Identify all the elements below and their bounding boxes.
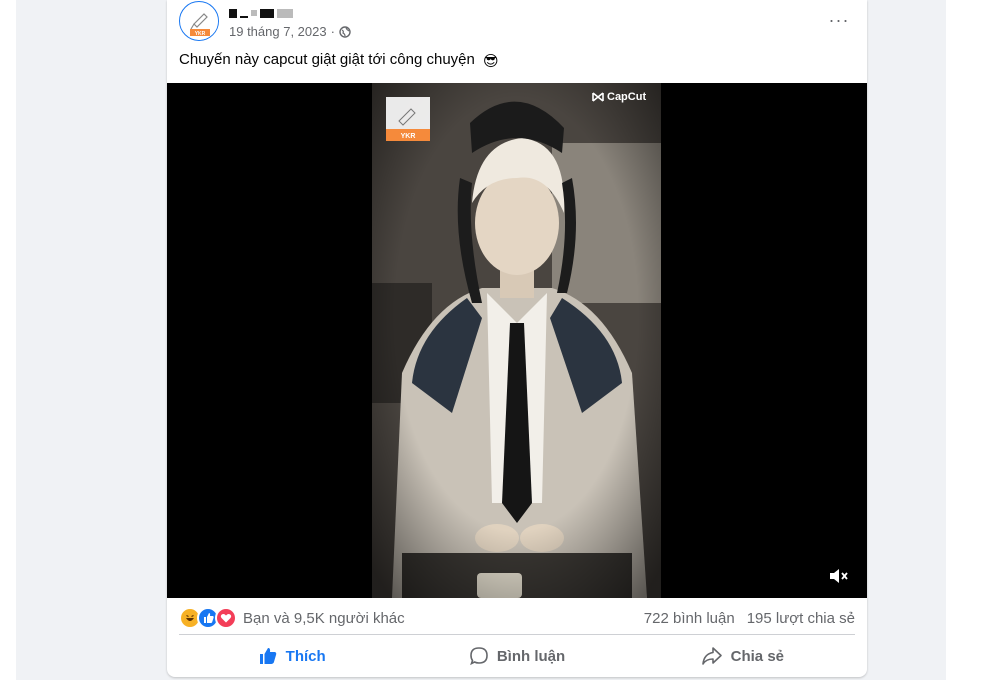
love-icon xyxy=(215,607,237,629)
comment-button[interactable]: Bình luận xyxy=(404,639,629,673)
mute-toggle-button[interactable] xyxy=(824,563,854,589)
video-frame[interactable]: YKR xyxy=(372,83,661,598)
avatar[interactable]: YKR xyxy=(179,1,219,41)
comment-bubble-icon xyxy=(469,647,488,666)
like-button[interactable]: Thích xyxy=(179,639,404,673)
redaction-block xyxy=(251,10,257,16)
post-date[interactable]: 19 tháng 7, 2023 xyxy=(229,24,327,39)
reaction-icons[interactable] xyxy=(179,607,237,629)
post-stats: 722 bình luận 195 lượt chia sẻ xyxy=(644,610,855,627)
share-button[interactable]: Chia sẻ xyxy=(630,639,855,673)
video-player[interactable]: YKR CapCut xyxy=(167,83,867,598)
comments-count[interactable]: 722 bình luận xyxy=(644,610,735,627)
video-thumbnail-illustration: YKR xyxy=(372,83,661,598)
share-arrow-icon xyxy=(701,647,722,665)
reactions-count[interactable]: Bạn và 9,5K người khác xyxy=(243,610,405,627)
shares-count[interactable]: 195 lượt chia sẻ xyxy=(747,610,855,627)
author-name-redacted[interactable] xyxy=(229,6,293,20)
comment-label: Bình luận xyxy=(496,647,566,665)
speaker-muted-icon xyxy=(830,569,848,583)
thumbs-up-icon xyxy=(259,647,276,664)
post-actions: Thích Bình luận Chia sẻ xyxy=(179,639,855,673)
meta-separator: · xyxy=(330,24,335,39)
capcut-watermark: CapCut xyxy=(592,91,646,103)
redaction-block xyxy=(229,8,237,18)
post-caption: Chuyến này capcut giật giật tới công chu… xyxy=(179,51,499,70)
like-label: Thích xyxy=(285,647,326,665)
caption-text: Chuyến này capcut giật giật tới công chu… xyxy=(179,51,475,68)
more-options-button[interactable]: ··· xyxy=(821,6,857,34)
post-meta: 19 tháng 7, 2023 · xyxy=(229,24,351,39)
redaction-block xyxy=(277,8,293,18)
avatar-logo-icon: YKR xyxy=(182,4,218,40)
capcut-label: CapCut xyxy=(607,91,647,103)
capcut-logo-icon xyxy=(592,92,604,102)
reactions-summary-bar: Bạn và 9,5K người khác 722 bình luận 195… xyxy=(179,607,855,629)
share-label: Chia sẻ xyxy=(730,647,784,665)
avatar-badge-text: YKR xyxy=(195,31,206,37)
sunglasses-emoji-icon: 😎 xyxy=(483,53,499,70)
redaction-block xyxy=(260,8,274,18)
redaction-block xyxy=(240,16,248,18)
divider xyxy=(179,634,855,635)
watermark-badge-text: YKR xyxy=(401,133,416,140)
globe-icon xyxy=(339,25,351,38)
post-card: YKR 19 tháng 7, 2023 · ··· Chuyến này ca… xyxy=(167,0,867,677)
